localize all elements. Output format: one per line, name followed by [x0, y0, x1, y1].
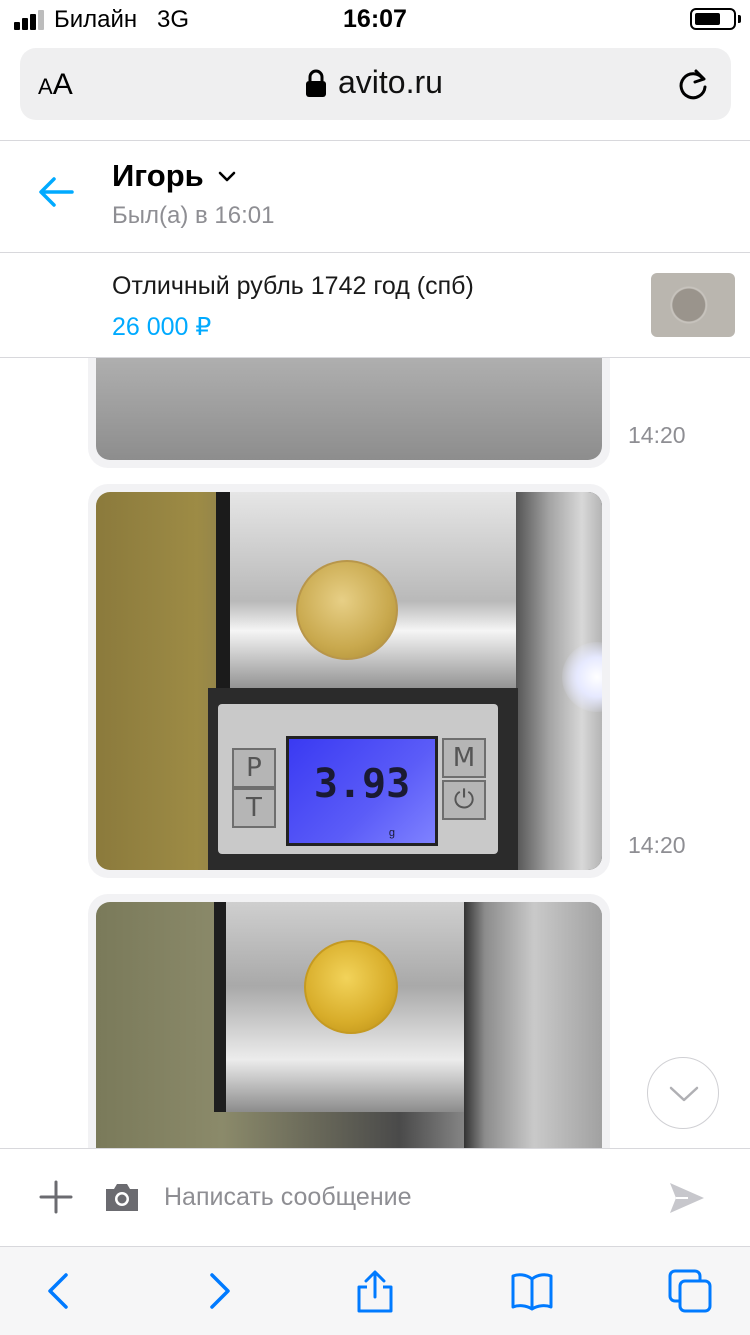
scale-display: 3.93 g: [286, 736, 438, 846]
chevron-down-icon: [669, 1086, 699, 1102]
scale-cover: [464, 902, 602, 1148]
message-photo[interactable]: P T M ⏻ 3.93 g: [96, 492, 602, 870]
listing-thumbnail[interactable]: [651, 273, 735, 337]
chevron-down-icon[interactable]: [218, 170, 236, 184]
tabs-icon[interactable]: [668, 1269, 712, 1313]
text-size-large-label: A: [52, 68, 73, 101]
send-icon[interactable]: [668, 1181, 706, 1215]
photo-message[interactable]: [88, 358, 610, 468]
url-text[interactable]: avito.ru: [338, 64, 443, 101]
coin: [304, 940, 398, 1034]
message-photo[interactable]: [96, 358, 602, 460]
divider: [0, 140, 750, 141]
plus-icon[interactable]: [38, 1179, 74, 1215]
listing-title[interactable]: Отличный рубль 1742 год (спб): [112, 272, 474, 301]
message-input[interactable]: [164, 1171, 634, 1223]
message-time: 14:20: [628, 422, 686, 448]
message-list[interactable]: 14:20 P T M ⏻ 3.93 g 14:20: [0, 358, 750, 1148]
photo-message[interactable]: [88, 894, 610, 1148]
coin: [296, 560, 398, 660]
camera-icon[interactable]: [103, 1181, 141, 1213]
back-arrow-icon[interactable]: [36, 172, 76, 212]
scale-unit: g: [388, 827, 395, 839]
scale-reading: 3.93: [313, 761, 411, 807]
clock: 16:07: [343, 5, 407, 33]
back-icon[interactable]: [38, 1269, 82, 1313]
text-size-small-label: A: [38, 74, 53, 99]
bookmarks-icon[interactable]: [510, 1269, 554, 1313]
reload-icon[interactable]: [676, 67, 710, 101]
scale-key: M: [442, 738, 486, 778]
address-bar[interactable]: AA avito.ru: [20, 48, 731, 120]
status-bar: Билайн 3G 16:07: [0, 0, 750, 40]
share-icon[interactable]: [353, 1269, 397, 1313]
browser-toolbar: [0, 1246, 750, 1335]
message-photo[interactable]: [96, 902, 602, 1148]
contact-name[interactable]: Игорь: [112, 158, 204, 194]
listing-price: 26 000 ₽: [112, 313, 212, 341]
scale-key: T: [232, 788, 276, 828]
text-size-button[interactable]: AA: [38, 68, 73, 102]
scroll-down-button[interactable]: [647, 1057, 719, 1129]
forward-icon[interactable]: [196, 1269, 240, 1313]
divider: [0, 252, 750, 253]
battery-icon: [690, 8, 736, 30]
lock-icon: [306, 69, 326, 97]
scale-key: ⏻: [442, 780, 486, 820]
message-time: 14:20: [628, 832, 686, 858]
message-composer: [0, 1148, 750, 1247]
scale-key: P: [232, 748, 276, 788]
battery-tip: [738, 15, 741, 23]
contact-status: Был(а) в 16:01: [112, 202, 275, 229]
photo-message[interactable]: P T M ⏻ 3.93 g: [88, 484, 610, 878]
